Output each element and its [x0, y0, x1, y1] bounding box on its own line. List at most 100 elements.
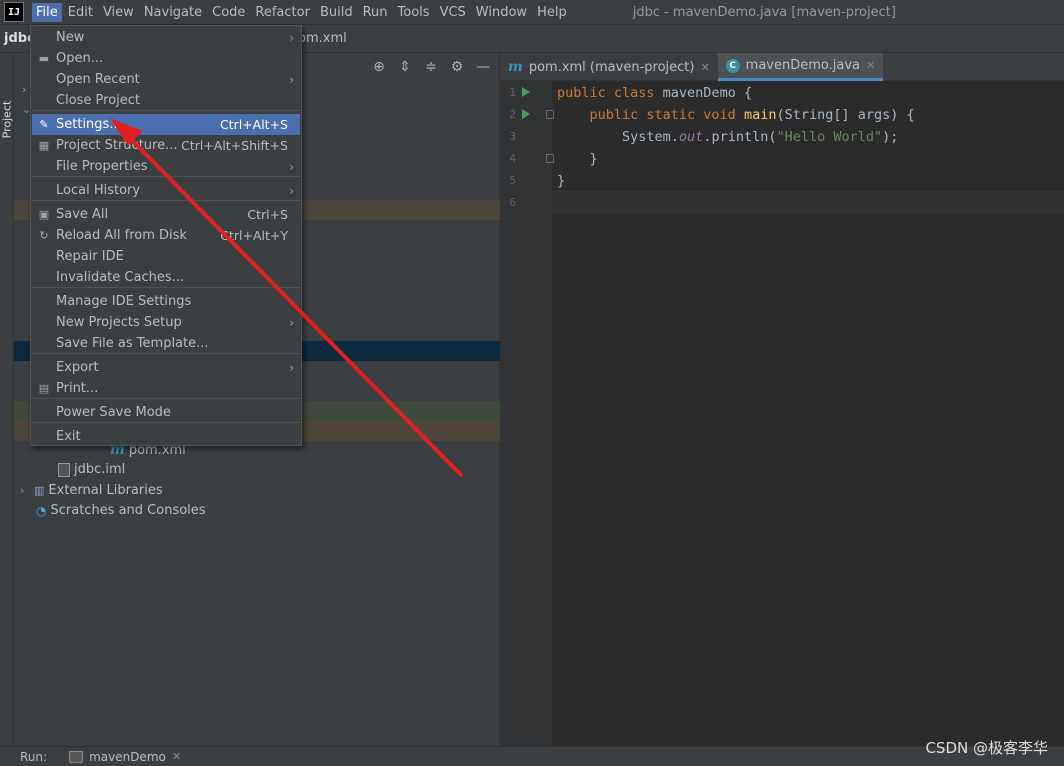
menu-item-export[interactable]: Export ›: [32, 357, 300, 378]
intellij-logo-icon: IJ: [4, 2, 24, 22]
menu-item-project-structure[interactable]: ▦ Project Structure... Ctrl+Alt+Shift+S: [32, 135, 300, 156]
menu-item-open[interactable]: ▬ Open...: [32, 48, 300, 69]
line-number: 6: [509, 196, 516, 209]
run-tab[interactable]: mavenDemo ✕: [69, 750, 181, 764]
line-number: 5: [509, 174, 516, 187]
menu-icon-placeholder: [37, 94, 51, 108]
tree-item-label: jdbc.iml: [74, 462, 126, 477]
maven-icon: m: [508, 59, 523, 75]
expand-all-icon[interactable]: ⇕: [397, 59, 413, 75]
menu-item-print[interactable]: ▤ Print...: [32, 378, 300, 399]
menu-item-new[interactable]: New ›: [32, 27, 300, 48]
menu-item-save-all[interactable]: ▣ Save All Ctrl+S: [32, 204, 300, 225]
line-number: 4: [509, 152, 516, 165]
menu-refactor[interactable]: Refactor: [251, 3, 314, 22]
menu-item-label: Print...: [56, 381, 99, 396]
code-editor[interactable]: 1 2 3 4 5 6 public class mavenDemo { pub…: [500, 81, 1064, 746]
tab-label: mavenDemo.java: [745, 58, 860, 73]
run-gutter-icon[interactable]: [522, 87, 530, 97]
menu-item-reload-all-from-disk[interactable]: ↻ Reload All from Disk Ctrl+Alt+Y: [32, 225, 300, 246]
menu-help[interactable]: Help: [533, 3, 571, 22]
menu-item-shortcut: Ctrl+Alt+Shift+S: [181, 138, 288, 153]
menu-item-manage-ide-settings[interactable]: Manage IDE Settings ›: [32, 291, 300, 312]
tab-pom-xml[interactable]: m pom.xml (maven-project) ✕: [500, 53, 718, 81]
chevron-right-icon[interactable]: ›: [20, 484, 30, 497]
menu-item-label: Invalidate Caches...: [56, 270, 185, 285]
fold-icon[interactable]: [546, 154, 554, 163]
close-icon[interactable]: ✕: [172, 750, 181, 763]
menu-item-repair-ide[interactable]: Repair IDE: [32, 246, 300, 267]
breadcrumb-file[interactable]: om.xml: [298, 31, 347, 46]
watermark: CSDN @极客李华: [925, 739, 1048, 757]
code-token: public class: [557, 85, 663, 101]
print-icon: ▤: [38, 382, 50, 395]
menu-icon-placeholder: [37, 316, 51, 330]
menu-icon-placeholder: [37, 31, 51, 45]
hide-icon[interactable]: —: [475, 59, 491, 75]
menu-bar: IJ File Edit View Navigate Code Refactor…: [0, 0, 1064, 25]
chevron-right-icon: ›: [289, 72, 294, 87]
menu-item-label: Close Project: [56, 93, 141, 108]
menu-vcs[interactable]: VCS: [436, 3, 470, 22]
iml-file-icon: [58, 462, 70, 477]
close-icon[interactable]: ✕: [700, 61, 709, 74]
menu-item-label: Project Structure...: [56, 138, 178, 153]
menu-item-label: Save File as Template...: [56, 336, 209, 351]
menu-item-new-projects-setup[interactable]: New Projects Setup ›: [32, 312, 300, 333]
gear-icon[interactable]: ⚙: [449, 59, 465, 75]
menu-build[interactable]: Build: [316, 3, 357, 22]
menu-view[interactable]: View: [99, 3, 138, 22]
menu-item-local-history[interactable]: Local History ›: [32, 180, 300, 201]
menu-tools[interactable]: Tools: [394, 3, 434, 22]
menu-icon-placeholder: [37, 250, 51, 264]
menu-code[interactable]: Code: [208, 3, 249, 22]
menu-icon-placeholder: [37, 271, 51, 285]
run-config-icon: [69, 750, 84, 763]
menu-item-invalidate-caches[interactable]: Invalidate Caches...: [32, 267, 300, 288]
tree-item-external-libraries[interactable]: › ▥ External Libraries: [20, 483, 163, 498]
folder-icon: ▬: [38, 52, 50, 65]
editor-gutter: 1 2 3 4 5 6: [500, 81, 554, 746]
menu-item-label: File Properties: [56, 159, 148, 174]
menu-file[interactable]: File: [32, 2, 62, 22]
project-panel-toolbar: ⊕ ⇕ ≑ ⚙ —: [359, 53, 499, 81]
menu-run[interactable]: Run: [359, 3, 392, 22]
tree-item-label: Scratches and Consoles: [50, 503, 206, 518]
menu-item-power-save-mode[interactable]: Power Save Mode: [32, 402, 300, 423]
menu-item-open-recent[interactable]: Open Recent ›: [32, 69, 300, 90]
run-tool-label: Run:: [20, 749, 48, 764]
editor-tabs: m pom.xml (maven-project) ✕ C mavenDemo.…: [500, 53, 1064, 81]
menu-item-exit[interactable]: Exit: [32, 426, 300, 447]
tree-item-scratches[interactable]: ◔ Scratches and Consoles: [36, 503, 206, 518]
menu-item-label: New: [56, 30, 85, 45]
tree-item-iml[interactable]: jdbc.iml: [58, 462, 125, 477]
menu-item-settings[interactable]: ✎ Settings... Ctrl+Alt+S: [32, 114, 300, 135]
run-gutter-icon[interactable]: [522, 109, 530, 119]
menu-icon-placeholder: [37, 430, 51, 444]
menu-item-file-properties[interactable]: File Properties ›: [32, 156, 300, 177]
menu-item-label: Reload All from Disk: [56, 228, 187, 243]
bottom-tool-bar: Run: mavenDemo ✕: [0, 746, 1064, 766]
project-tool-window-button[interactable]: Project: [1, 97, 14, 143]
menu-navigate[interactable]: Navigate: [140, 3, 206, 22]
tree-item-label: External Libraries: [48, 483, 163, 498]
code-line: System.out.println("Hello World");: [557, 129, 898, 145]
locate-icon[interactable]: ⊕: [371, 59, 387, 75]
tab-mavendemo-java[interactable]: C mavenDemo.java ✕: [717, 53, 884, 81]
code-token: mavenDemo {: [662, 85, 753, 101]
line-number: 1: [509, 86, 516, 99]
menu-icon-placeholder: [37, 406, 51, 420]
menu-window[interactable]: Window: [472, 3, 531, 22]
menu-edit[interactable]: Edit: [64, 3, 97, 22]
collapse-all-icon[interactable]: ≑: [423, 59, 439, 75]
tab-label: pom.xml (maven-project): [528, 59, 695, 75]
menu-item-close-project[interactable]: Close Project: [32, 90, 300, 111]
menu-icon-placeholder: [37, 73, 51, 87]
fold-icon[interactable]: [546, 110, 554, 119]
close-icon[interactable]: ✕: [866, 59, 875, 72]
menu-item-label: Power Save Mode: [56, 405, 171, 420]
menu-item-save-file-as-template[interactable]: Save File as Template...: [32, 333, 300, 354]
menu-icon-placeholder: [37, 361, 51, 375]
code-token: );: [882, 129, 899, 145]
menu-item-label: Manage IDE Settings: [56, 294, 192, 309]
